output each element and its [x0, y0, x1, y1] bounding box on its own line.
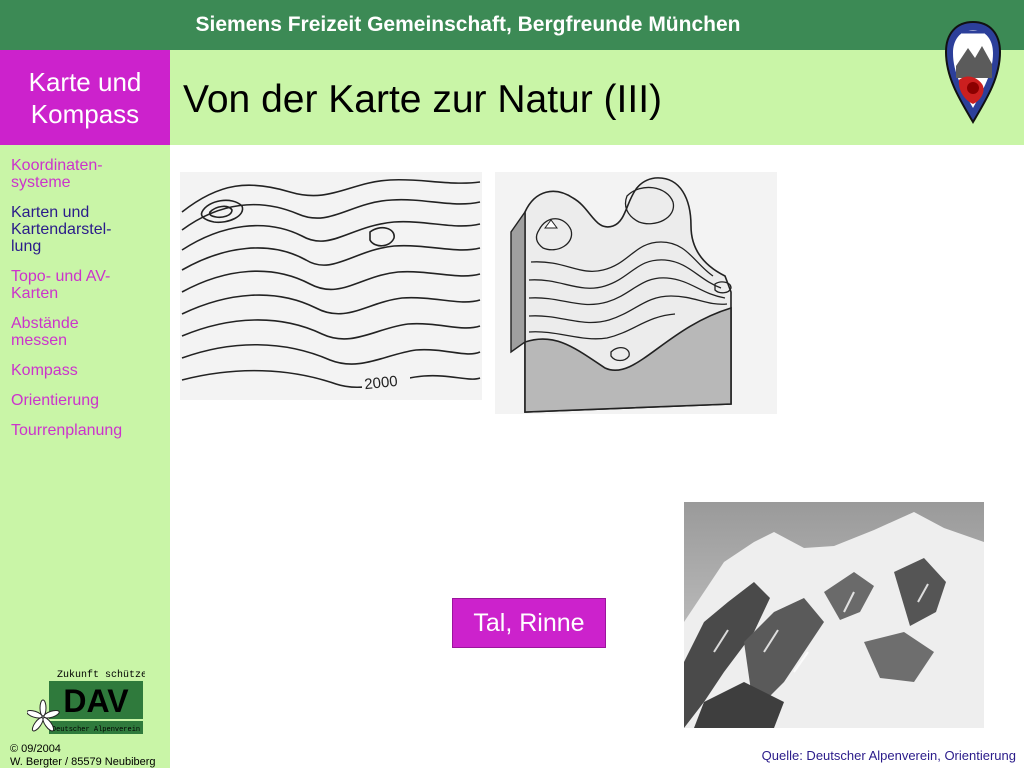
nav-item-koordinatensysteme[interactable]: Koordinaten- systeme — [11, 157, 161, 191]
dav-abbrev: DAV — [63, 683, 129, 719]
top-title-bar: Siemens Freizeit Gemeinschaft, Bergfreun… — [0, 0, 1024, 50]
tal-rinne-callout: Tal, Rinne — [452, 598, 606, 648]
callout-label: Tal, Rinne — [473, 608, 585, 637]
nav-item-tourrenplanung[interactable]: Tourrenplanung — [11, 422, 161, 439]
section-label-box: Karte und Kompass — [0, 50, 170, 145]
org-title: Siemens Freizeit Gemeinschaft, Bergfreun… — [195, 13, 741, 36]
section-label: Karte und Kompass — [28, 66, 142, 129]
slide-title: Von der Karte zur Natur (III) — [183, 78, 663, 121]
nav-item-orientierung[interactable]: Orientierung — [11, 392, 161, 409]
contour-elevation-label: 2000 — [363, 373, 398, 393]
copyright-note: © 09/2004 W. Bergter / 85579 Neubiberg — [10, 743, 156, 768]
sidebar: Koordinaten- systeme Karten und Kartenda… — [0, 145, 170, 768]
terrain-block-diagram — [495, 172, 777, 414]
mountain-photo — [684, 502, 984, 728]
nav-item-kompass[interactable]: Kompass — [11, 362, 161, 379]
club-emblem-icon — [944, 20, 1002, 124]
dav-tagline: Zukunft schützen — [57, 669, 145, 681]
source-note: Quelle: Deutscher Alpenverein, Orientier… — [761, 748, 1016, 763]
nav-item-karten-und-kartendarstellung[interactable]: Karten und Kartendarstel- lung — [11, 204, 161, 255]
nav-item-topo-und-av-karten[interactable]: Topo- und AV- Karten — [11, 268, 161, 302]
nav-item-abstaende-messen[interactable]: Abstände messen — [11, 315, 161, 349]
dav-fullname: Deutscher Alpenverein — [52, 726, 140, 734]
contour-map-figure: 2000 — [180, 172, 482, 400]
dav-logo: Zukunft schützen DAV Deutscher Alpenvere… — [27, 665, 145, 739]
sidebar-nav: Koordinaten- systeme Karten und Kartenda… — [11, 157, 161, 452]
